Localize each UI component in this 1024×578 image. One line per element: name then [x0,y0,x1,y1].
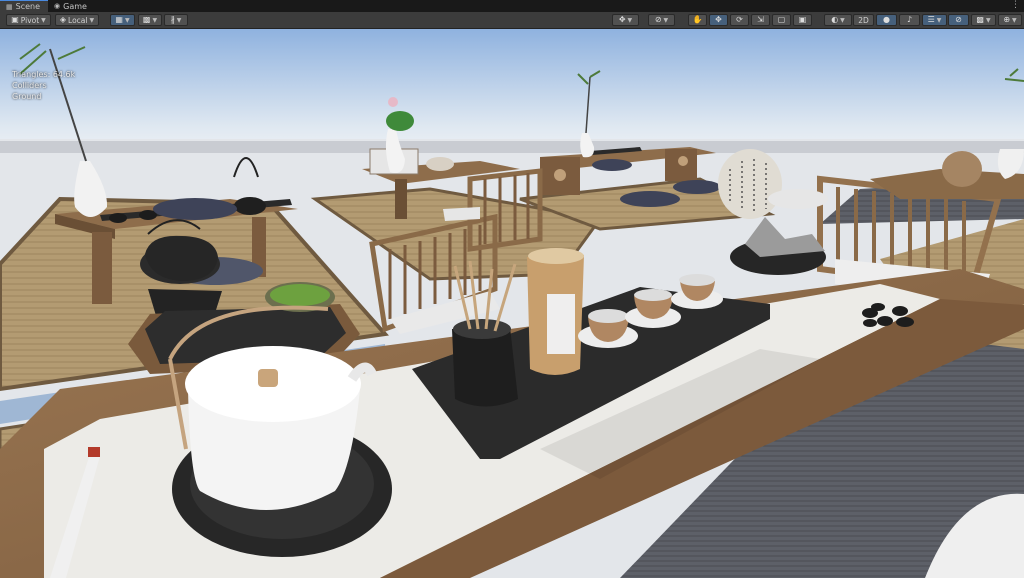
eye-slash-icon: ⊘ [955,15,962,24]
hidden-objects-toggle[interactable]: ⊘ [948,14,969,26]
audio-toggle-button[interactable]: ♪ [899,14,920,26]
scene-toolbar: ▣ Pivot ▼ ◈ Local ▼ ▦ ▼ ▩ ▼ ∦ ▼ ✥ ▼ ⊘ ▼ … [0,12,1024,29]
pivot-label: Pivot [20,15,40,25]
triangles-stat: Triangles: 64.6k [12,70,76,79]
ground-stat: Ground [12,92,42,101]
grid-visibility-dropdown[interactable]: ▦ ▼ [110,14,135,26]
chevron-down-icon: ▼ [985,16,991,24]
pivot-dropdown[interactable]: ▣ Pivot ▼ [6,14,51,26]
tab-game-label: Game [63,1,87,11]
pivot-icon: ▣ [11,15,19,24]
2d-label: 2D [858,15,869,25]
orientation-icon: ⊘ [654,15,662,24]
camera-settings-dropdown[interactable]: ▩ ▼ [971,14,996,26]
align-icon: ∦ [170,15,175,24]
lightbulb-icon: ● [883,15,890,24]
move-arrows-icon: ✥ [715,15,722,24]
grid-icon: ▦ [115,15,123,24]
effects-layers-icon: ☰ [927,15,935,24]
chevron-down-icon: ▼ [840,16,845,24]
snap-icon: ▩ [142,15,151,24]
game-controller-icon: ◉ [54,2,61,10]
lighting-toggle-button[interactable]: ● [876,14,897,26]
scene-stats-overlay: Triangles: 64.6k Colliders Ground [12,69,75,102]
gizmos-dropdown[interactable]: ⊕ ▼ [998,14,1022,26]
shading-sphere-icon: ◐ [831,15,839,24]
global-icon: ◈ [59,15,67,24]
tab-scene[interactable]: ▦ Scene [0,0,49,12]
chevron-down-icon: ▼ [124,16,130,24]
rect-tool-button[interactable]: ▢ [772,14,791,26]
transform-icon: ▣ [798,15,807,24]
tool-handle-dropdown[interactable]: ✥ ▼ [612,14,639,26]
scale-tool-button[interactable]: ⇲ [751,14,770,26]
move-tool-icon: ✥ [618,15,626,24]
editor-tab-bar: ▦ Scene ◉ Game ⋮ [0,0,1024,12]
camera-icon: ▩ [976,15,984,24]
more-options-icon[interactable]: ⋮ [1011,0,1020,12]
chevron-down-icon: ▼ [41,16,46,24]
local-label: Local [68,15,88,25]
scene-render [0,29,1024,578]
chevron-down-icon: ▼ [936,16,942,24]
scene-icon: ▦ [6,2,13,11]
scene-viewport[interactable]: Triangles: 64.6k Colliders Ground [0,29,1024,578]
hand-icon: ✋ [692,15,703,24]
align-dropdown[interactable]: ∦ ▼ [164,14,188,26]
2d-toggle-button[interactable]: 2D [853,14,874,26]
hand-tool-button[interactable]: ✋ [688,14,707,26]
transform-tool-button[interactable]: ▣ [793,14,812,26]
move-tool-button[interactable]: ✥ [709,14,728,26]
gizmo-globe-icon: ⊕ [1003,15,1011,24]
tab-game[interactable]: ◉ Game [48,0,95,12]
colliders-stat: Colliders [12,81,47,90]
audio-icon: ♪ [906,15,913,24]
chevron-down-icon: ▼ [663,16,669,24]
effects-dropdown[interactable]: ☰ ▼ [922,14,947,26]
chevron-down-icon: ▼ [1012,16,1017,24]
chevron-down-icon: ▼ [89,16,95,24]
chevron-down-icon: ▼ [627,16,633,24]
shading-mode-dropdown[interactable]: ◐ ▼ [824,14,852,26]
gizmo-dropdown[interactable]: ⊘ ▼ [648,14,675,26]
local-dropdown[interactable]: ◈ Local ▼ [55,14,99,26]
rotate-icon: ⟳ [736,15,743,24]
rotate-tool-button[interactable]: ⟳ [730,14,749,26]
tab-scene-label: Scene [15,2,41,11]
chevron-down-icon: ▼ [152,16,158,24]
rect-tool-icon: ▢ [777,15,786,24]
snap-increment-dropdown[interactable]: ▩ ▼ [138,14,162,26]
scale-icon: ⇲ [757,15,764,24]
chevron-down-icon: ▼ [176,16,182,24]
